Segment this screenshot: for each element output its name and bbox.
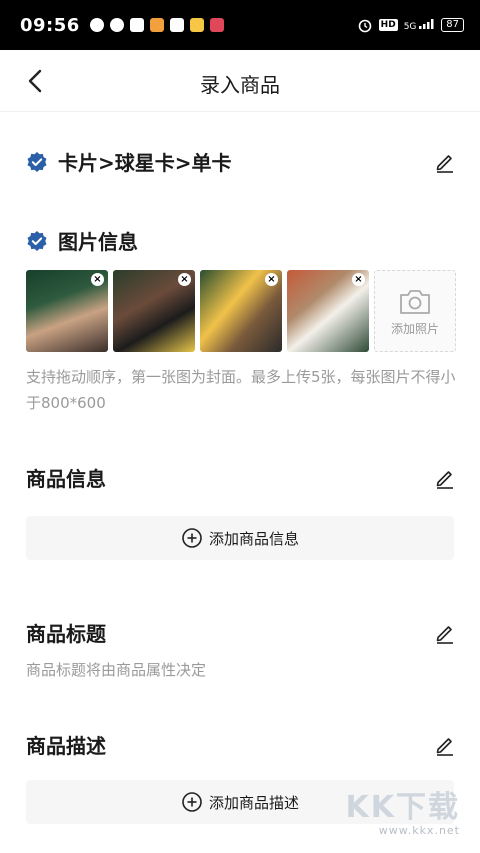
category-edit-pencil-icon[interactable] (434, 151, 456, 173)
alarm-icon (358, 19, 371, 33)
add-product-desc-label: 添加商品描述 (208, 793, 299, 812)
product-info-pencil-icon[interactable] (434, 467, 456, 489)
status-bar: 09:56 HD 5G 87 (0, 0, 480, 50)
plus-circle-icon (182, 792, 202, 812)
photo-list: × × × × 添加照片 (26, 270, 456, 352)
product-info-title: 商品信息 (26, 467, 106, 491)
weibo-icon (129, 18, 144, 32)
product-desc-pencil-icon[interactable] (434, 734, 456, 756)
product-title-header: 商品标题 (26, 618, 456, 647)
images-title: 图片信息 (58, 230, 138, 254)
app-q-icon (89, 18, 104, 32)
page-title: 录入商品 (200, 73, 280, 97)
product-desc-title: 商品描述 (26, 734, 106, 758)
app-yellow-icon (189, 18, 204, 32)
product-title-pencil-icon[interactable] (434, 622, 456, 644)
photo-thumbnail[interactable]: × (287, 270, 369, 352)
images-hint: 支持拖动顺序，第一张图为封面。最多上传5张，每张图片不得小于800*600 (26, 368, 456, 412)
product-title-hint: 商品标题将由商品属性决定 (26, 661, 207, 679)
status-right: HD 5G 87 (357, 17, 464, 33)
watermark: KK下载 www.kkx.net (346, 782, 461, 837)
video-app-icon (169, 18, 184, 32)
delete-photo-icon[interactable]: × (178, 273, 191, 286)
nav-bar: 录入商品 (0, 50, 480, 112)
delete-photo-icon[interactable]: × (265, 273, 278, 286)
verified-check-icon (27, 151, 47, 172)
product-title-title: 商品标题 (26, 622, 106, 646)
category-row[interactable]: 卡片>球星卡>单卡 (26, 147, 456, 176)
delete-photo-icon[interactable]: × (352, 273, 365, 286)
battery-indicator: 87 (441, 18, 464, 32)
verified-check-icon (27, 230, 47, 251)
watermark-brand: KK下载 (345, 790, 460, 825)
product-info-header: 商品信息 (26, 463, 456, 492)
status-app-icons (89, 18, 224, 32)
add-photo-button[interactable]: 添加照片 (374, 270, 456, 352)
network-label: 5G (403, 21, 417, 32)
location-icon (109, 18, 124, 32)
status-time: 09:56 (20, 14, 80, 36)
add-photo-label: 添加照片 (390, 321, 439, 336)
delete-photo-icon[interactable]: × (91, 273, 104, 286)
photo-thumbnail[interactable]: × (113, 270, 195, 352)
signal-indicator: 5G (403, 18, 436, 32)
images-header: 图片信息 (26, 226, 456, 255)
hd-badge: HD (378, 19, 398, 31)
camera-icon (400, 289, 430, 314)
add-product-info-label: 添加商品信息 (208, 529, 299, 548)
add-product-info-button[interactable]: 添加商品信息 (26, 516, 454, 560)
app-red-icon (209, 18, 224, 32)
product-desc-header: 商品描述 (26, 730, 456, 759)
signal-bars-icon (419, 18, 434, 29)
category-path: 卡片>球星卡>单卡 (58, 151, 232, 175)
app-orange-icon (149, 18, 164, 32)
photo-thumbnail[interactable]: × (200, 270, 282, 352)
plus-circle-icon (182, 528, 202, 548)
photo-thumbnail[interactable]: × (26, 270, 108, 352)
